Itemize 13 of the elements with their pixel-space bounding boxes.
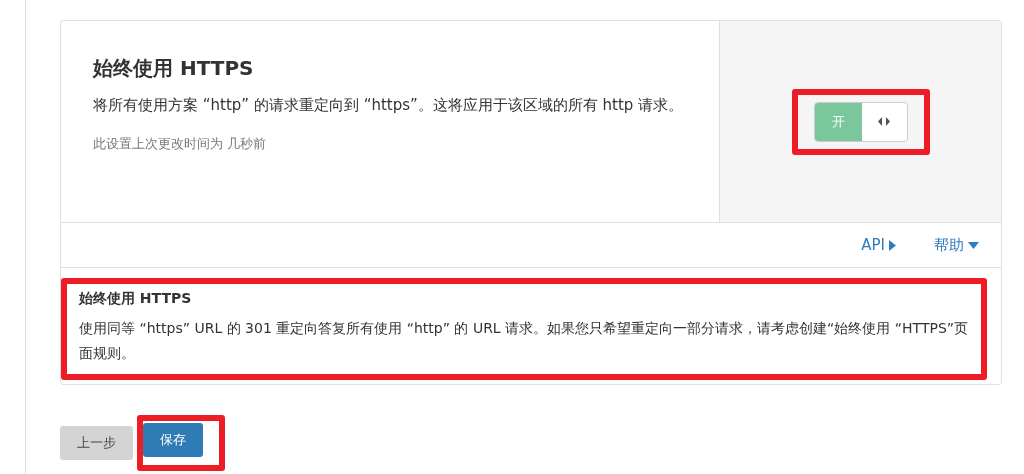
help-title: 始终使用 HTTPS <box>79 290 193 308</box>
dropdown-link[interactable]: API <box>861 236 896 254</box>
back-button[interactable]: 上一步 <box>60 426 133 460</box>
left-right-arrows-icon <box>878 117 890 126</box>
caret-down-icon <box>968 241 979 249</box>
setting-title: 始终使用 HTTPS <box>93 55 255 82</box>
save-button[interactable]: 保存 <box>143 423 203 457</box>
setting-description: 将所有使用方案 “http” 的请求重定向到 “https”。这将应用于该区域的所有 http 请求。 <box>93 95 685 116</box>
last-changed-text: 此设置上次更改时间为 几秒前 <box>93 136 267 153</box>
toggle-on-label: 开 <box>814 102 862 141</box>
caret-right-icon <box>889 239 896 251</box>
help-text: 使用同等 “https” URL 的 301 重定向答复所有使用 “http” 的 URL 请求。如果您只希望重定向一部分请求，请考虑创建“始终使用 “HTTPS”页面规则。 <box>79 319 969 363</box>
dropdown-link[interactable]: 帮助 <box>934 235 979 255</box>
